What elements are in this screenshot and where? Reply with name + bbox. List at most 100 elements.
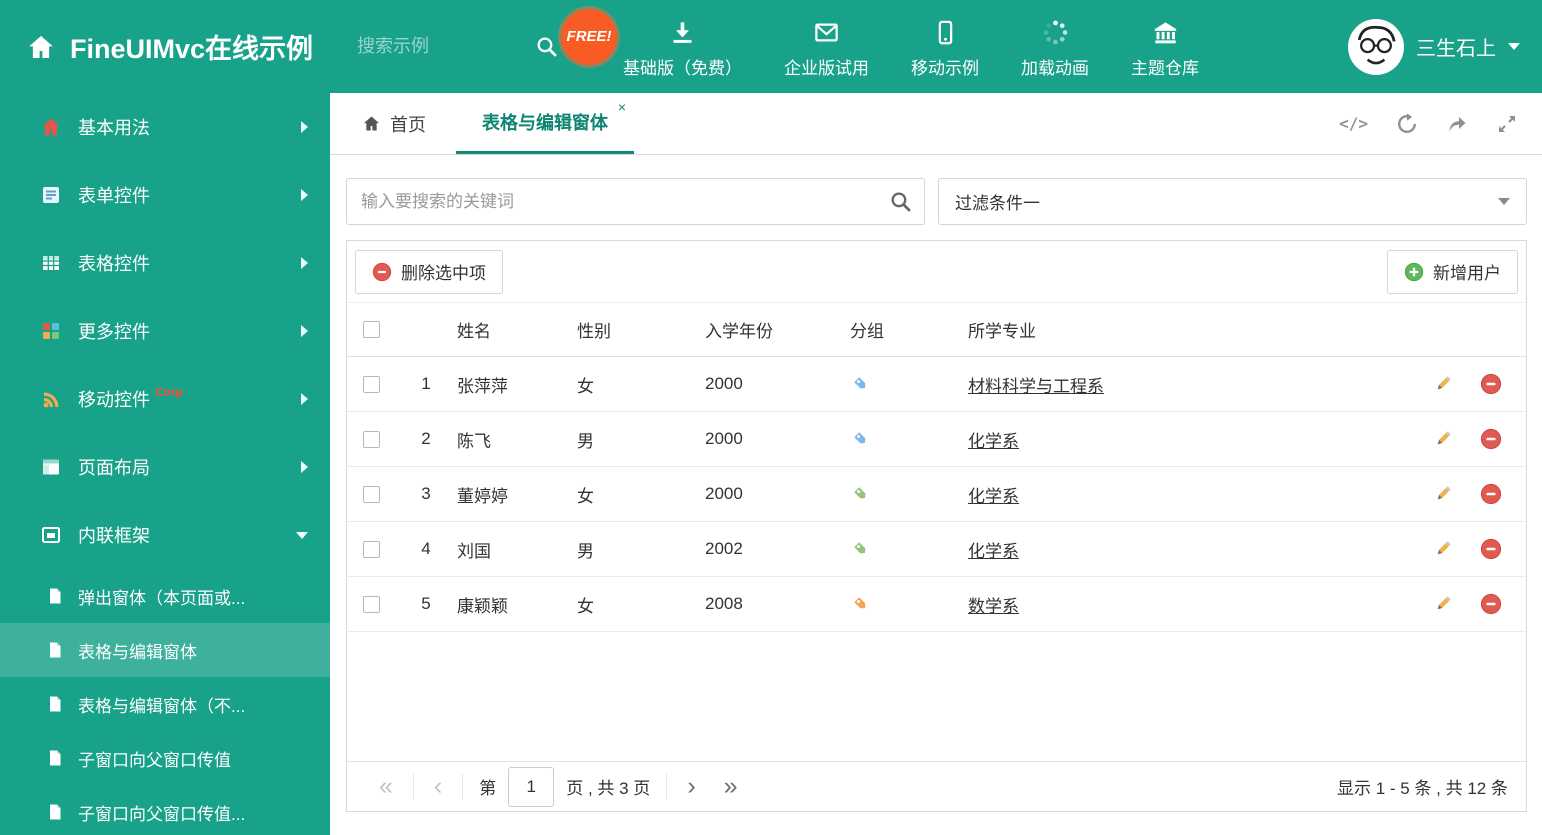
corp-badge: Corp [155,385,183,399]
delete-icon[interactable] [1480,428,1502,450]
major-link[interactable]: 化学系 [968,482,1019,507]
nav-basic-edition[interactable]: FREE! 基础版（免费） [561,8,742,79]
refresh-icon[interactable] [1396,112,1418,135]
sidebar-item-more-controls[interactable]: 更多控件 [0,297,330,365]
column-header-major[interactable]: 所学专业 [968,317,1408,342]
sidebar-subitem-grid-edit-window[interactable]: 表格与编辑窗体 [0,623,330,677]
sidebar-item-form-controls[interactable]: 表单控件 [0,161,330,229]
top-nav: FREE! 基础版（免费） 企业版试用 移动示例 加载动画 主题仓库 [561,8,1199,79]
nav-theme-repo[interactable]: 主题仓库 [1131,15,1199,79]
delete-icon[interactable] [1480,373,1502,395]
avatar [1348,18,1404,75]
row-index: 5 [421,594,431,613]
row-checkbox[interactable] [362,485,380,503]
major-link[interactable]: 化学系 [968,537,1019,562]
major-link[interactable]: 材料科学与工程系 [968,372,1104,397]
edit-icon[interactable] [1432,538,1454,560]
delete-icon[interactable] [1480,538,1502,560]
major-link[interactable]: 化学系 [968,427,1019,452]
grid-toolbar: 删除选中项 新增用户 [347,241,1526,303]
select-all-checkbox[interactable] [362,321,380,338]
cell-gender: 男 [577,431,594,451]
delete-icon[interactable] [1480,483,1502,505]
tab-home[interactable]: 首页 [344,93,444,154]
sidebar-item-page-layout[interactable]: 页面布局 [0,433,330,501]
nav-loading-animation[interactable]: 加载动画 [1021,15,1089,79]
chevron-down-icon [296,531,308,539]
sidebar-item-grid-controls[interactable]: 表格控件 [0,229,330,297]
delete-icon[interactable] [1480,593,1502,615]
cell-name: 张萍萍 [457,376,508,396]
sidebar-item-basic-usage[interactable]: 基本用法 [0,93,330,161]
row-actions [1408,593,1526,615]
code-icon[interactable]: </> [1339,114,1368,133]
edit-icon[interactable] [1432,483,1454,505]
row-index: 4 [421,539,431,558]
sidebar-item-mobile-controls[interactable]: 移动控件 Corp [0,365,330,433]
row-index: 1 [421,374,431,393]
user-menu[interactable]: 三生石上 [1348,18,1520,75]
sidebar-subitem-child-to-parent[interactable]: 子窗口向父窗口传值 [0,731,330,785]
expand-icon[interactable] [1496,113,1518,135]
tab-grid-edit-window[interactable]: 表格与编辑窗体 × [456,93,634,154]
column-header-year[interactable]: 入学年份 [705,317,850,342]
search-icon[interactable] [889,190,912,213]
next-page-button[interactable]: › [673,774,709,799]
column-header-gender[interactable]: 性别 [577,317,705,342]
main-content: 首页 表格与编辑窗体 × </> 输入要搜索的关键词 过滤条件一 删除选中项 新… [330,93,1542,835]
cell-group [850,373,968,395]
record-summary: 显示 1 - 5 条 , 共 12 条 [1337,779,1508,798]
row-checkbox[interactable] [362,375,380,393]
nav-enterprise-trial[interactable]: 企业版试用 [784,15,869,79]
row-checkbox[interactable] [362,540,380,558]
tab-label: 首页 [390,114,426,135]
major-link[interactable]: 数学系 [968,592,1019,617]
delete-selected-button[interactable]: 删除选中项 [355,249,503,294]
edit-icon[interactable] [1432,373,1454,395]
brand[interactable]: FineUIMvc在线示例 [26,27,313,66]
share-icon[interactable] [1446,113,1468,135]
sidebar-subitem-popup-window[interactable]: 弹出窗体（本页面或... [0,569,330,623]
nav-mobile-demo[interactable]: 移动示例 [911,15,979,79]
row-select-cell [347,375,395,393]
search-icon[interactable] [535,35,558,58]
sidebar-item-label: 内联框架 [78,526,150,546]
cell-group [850,483,968,505]
sidebar-item-inline-frame[interactable]: 内联框架 [0,501,330,569]
sidebar-subitem-child-to-parent-2[interactable]: 子窗口向父窗口传值... [0,785,330,835]
close-icon[interactable]: × [618,99,626,115]
user-name: 三生石上 [1416,38,1496,60]
app-title: FineUIMvc在线示例 [70,34,314,64]
button-label: 新增用户 [1433,264,1501,283]
cell-major: 化学系 [968,427,1408,452]
frame-icon [42,527,60,543]
cell-year: 2000 [705,429,743,448]
cell-group [850,428,968,450]
file-icon [50,750,61,766]
prev-page-button[interactable]: ‹ [420,774,456,799]
first-page-button[interactable]: « [365,774,407,799]
file-icon [50,804,61,820]
tag-icon [854,542,866,554]
column-header-group[interactable]: 分组 [850,317,968,342]
edit-icon[interactable] [1432,428,1454,450]
row-checkbox[interactable] [362,595,380,613]
pagination-bar: « ‹ 第 页 , 共 3 页 › » 显示 1 - 5 条 , 共 12 条 [347,761,1526,811]
page-label-prefix: 第 [479,779,497,798]
page-number-input[interactable] [508,766,555,807]
keyword-input[interactable] [346,178,925,225]
top-search-input[interactable] [357,36,526,57]
caret-down-icon [1508,43,1520,50]
file-icon [50,696,61,712]
filter-dropdown[interactable]: 过滤条件一 [938,178,1527,225]
last-page-button[interactable]: » [710,774,752,799]
sidebar-subitem-grid-edit-window-2[interactable]: 表格与编辑窗体（不... [0,677,330,731]
column-header-name[interactable]: 姓名 [457,317,577,342]
add-user-button[interactable]: 新增用户 [1387,249,1518,294]
tab-tools: </> [1339,93,1542,154]
keyword-search [346,178,925,225]
sidebar-item-label: 表格控件 [78,254,150,274]
edit-icon[interactable] [1432,593,1454,615]
divider [412,773,414,800]
row-checkbox[interactable] [362,430,380,448]
